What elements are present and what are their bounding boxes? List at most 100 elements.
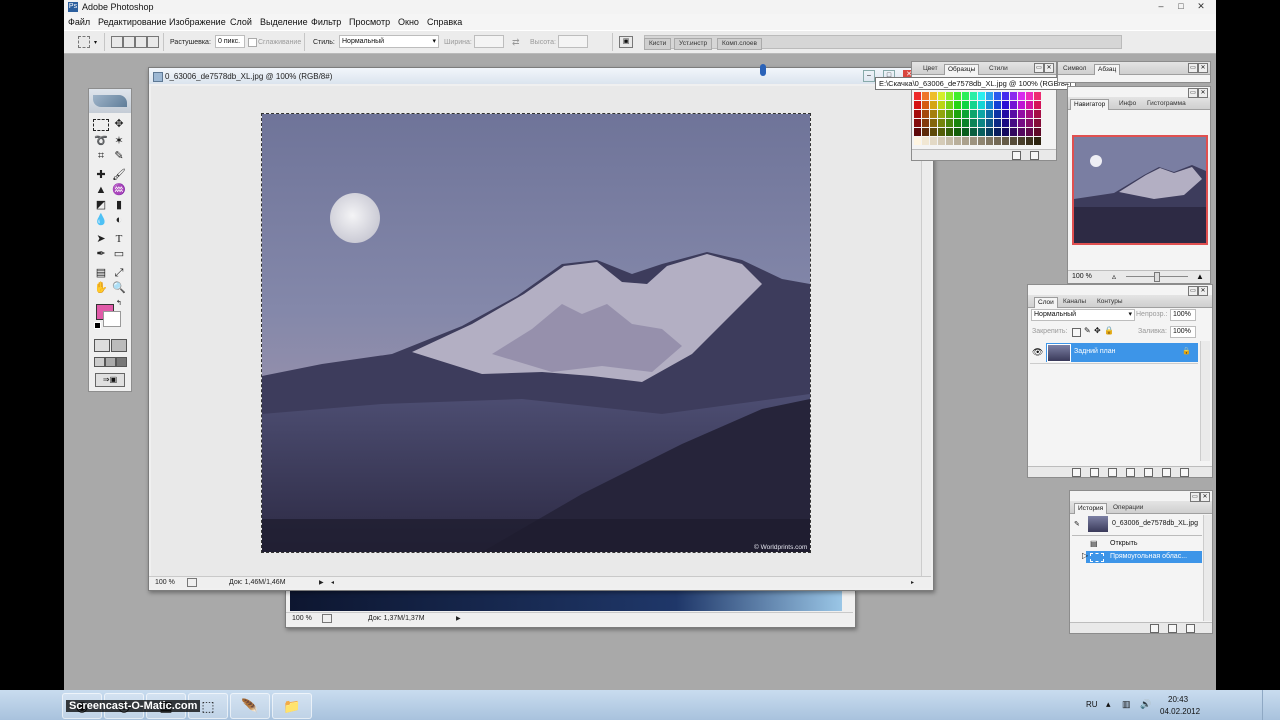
swatch-cell[interactable]: [978, 110, 985, 118]
pen-tool-icon[interactable]: ✒: [93, 247, 109, 261]
dodge-tool-icon[interactable]: ◐: [111, 213, 127, 227]
swatch-cell[interactable]: [946, 110, 953, 118]
new-layer-icon[interactable]: [1162, 468, 1171, 477]
swatch-cell[interactable]: [930, 92, 937, 100]
antialias-checkbox[interactable]: [248, 38, 257, 47]
zoom-tool-icon[interactable]: 🔍: [111, 281, 127, 295]
menu-view[interactable]: Просмотр: [349, 17, 390, 27]
swatch-cell[interactable]: [962, 119, 969, 127]
minimize-button[interactable]: –: [1154, 1, 1168, 12]
swap-dimensions-icon[interactable]: ⇄: [512, 37, 520, 48]
status-icon[interactable]: [322, 614, 332, 623]
swatch-cell[interactable]: [922, 137, 929, 145]
panel-close-button[interactable]: ✕: [1198, 286, 1208, 296]
menu-select[interactable]: Выделение: [260, 17, 308, 27]
screen-mode-full-icon[interactable]: [116, 357, 127, 367]
swatch-cell[interactable]: [962, 92, 969, 100]
swatch-cell[interactable]: [970, 110, 977, 118]
eye-icon[interactable]: 👁: [1032, 347, 1043, 358]
swatch-cell[interactable]: [1002, 92, 1009, 100]
subtract-selection-icon[interactable]: [135, 36, 147, 48]
navigator-preview[interactable]: [1072, 135, 1208, 245]
clock-time[interactable]: 20:43: [1168, 695, 1188, 704]
background-zoom-readout[interactable]: 100 %: [292, 615, 312, 622]
doc-info[interactable]: Док: 1,46M/1,46M: [229, 579, 286, 586]
menu-edit[interactable]: Редактирование: [98, 17, 167, 27]
swatch-cell[interactable]: [978, 128, 985, 136]
swatch-cell[interactable]: [938, 92, 945, 100]
swatch-cell[interactable]: [1018, 137, 1025, 145]
swatch-cell[interactable]: [970, 101, 977, 109]
hand-tool-icon[interactable]: ✋: [93, 281, 109, 295]
quick-mask-icon[interactable]: [111, 339, 127, 352]
panel-minimize-button[interactable]: ▭: [1188, 63, 1198, 73]
swatch-cell[interactable]: [922, 92, 929, 100]
menu-image[interactable]: Изображение: [169, 17, 226, 27]
swatch-cell[interactable]: [994, 110, 1001, 118]
swap-colors-icon[interactable]: ↰: [116, 299, 122, 307]
swatch-cell[interactable]: [938, 137, 945, 145]
tab-actions[interactable]: Операции: [1110, 503, 1146, 513]
history-brush-source-icon[interactable]: ✎: [1074, 520, 1080, 528]
taskbar-photoshop-icon[interactable]: 🪶: [230, 693, 270, 719]
scroll-left-icon[interactable]: ◂: [331, 579, 334, 586]
panel-minimize-button[interactable]: ▭: [1190, 492, 1200, 502]
stamp-tool-icon[interactable]: ▲: [93, 183, 109, 197]
swatch-cell[interactable]: [978, 101, 985, 109]
layer-mask-icon[interactable]: [1108, 468, 1117, 477]
swatch-cell[interactable]: [930, 137, 937, 145]
swatch-cell[interactable]: [1026, 92, 1033, 100]
swatch-cell[interactable]: [1002, 128, 1009, 136]
tab-character[interactable]: Символ: [1060, 64, 1089, 74]
swatch-cell[interactable]: [922, 128, 929, 136]
imageready-jump-icon[interactable]: ⇒▣: [95, 373, 125, 387]
swatch-cell[interactable]: [970, 137, 977, 145]
history-item[interactable]: ▤ Открыть: [1086, 538, 1202, 550]
maximize-button[interactable]: □: [1174, 1, 1188, 12]
intersect-selection-icon[interactable]: [147, 36, 159, 48]
menu-help[interactable]: Справка: [427, 17, 462, 27]
swatch-cell[interactable]: [946, 101, 953, 109]
tab-navigator[interactable]: Навигатор: [1070, 99, 1110, 110]
brush-tool-icon[interactable]: 🖌: [111, 168, 127, 182]
swatch-cell[interactable]: [1010, 137, 1017, 145]
swatch-cell[interactable]: [1018, 119, 1025, 127]
swatch-cell[interactable]: [1002, 119, 1009, 127]
panel-minimize-button[interactable]: ▭: [1188, 88, 1198, 98]
link-layers-icon[interactable]: [1072, 468, 1081, 477]
swatch-cell[interactable]: [1010, 92, 1017, 100]
swatch-cell[interactable]: [970, 119, 977, 127]
swatch-cell[interactable]: [1002, 110, 1009, 118]
panel-close-button[interactable]: ✕: [1198, 88, 1208, 98]
swatch-cell[interactable]: [970, 92, 977, 100]
delete-layer-icon[interactable]: [1180, 468, 1189, 477]
swatch-cell[interactable]: [930, 119, 937, 127]
swatch-cell[interactable]: [1034, 128, 1041, 136]
status-icon[interactable]: [187, 578, 197, 587]
swatch-cell[interactable]: [954, 92, 961, 100]
standard-mode-icon[interactable]: [94, 339, 110, 352]
marquee-preset-icon[interactable]: [78, 36, 90, 48]
language-indicator[interactable]: RU: [1086, 700, 1098, 709]
swatch-cell[interactable]: [1018, 92, 1025, 100]
swatch-cell[interactable]: [938, 128, 945, 136]
swatch-cell[interactable]: [1010, 110, 1017, 118]
swatch-cell[interactable]: [938, 101, 945, 109]
swatch-cell[interactable]: [1026, 119, 1033, 127]
panel-close-button[interactable]: ✕: [1200, 492, 1210, 502]
feather-logo-icon[interactable]: [93, 95, 127, 107]
swatch-cell[interactable]: [1018, 128, 1025, 136]
swatch-cell[interactable]: [930, 110, 937, 118]
swatch-cell[interactable]: [962, 101, 969, 109]
move-tool-icon[interactable]: ✥: [111, 117, 127, 131]
marquee-tool-icon[interactable]: [93, 119, 109, 131]
network-icon[interactable]: ▥: [1122, 699, 1131, 710]
lock-position-icon[interactable]: ✥: [1094, 326, 1101, 335]
document-title-bar[interactable]: 0_63006_de7578db_XL.jpg @ 100% (RGB/8#) …: [149, 68, 933, 84]
magic-wand-icon[interactable]: ✶: [111, 134, 127, 148]
swatch-cell[interactable]: [1018, 101, 1025, 109]
swatch-cell[interactable]: [1026, 101, 1033, 109]
history-snapshot-row[interactable]: ✎ 0_63006_de7578db_XL.jpg: [1072, 515, 1202, 536]
width-input[interactable]: [474, 35, 504, 48]
tab-layers[interactable]: Слои: [1034, 297, 1058, 308]
